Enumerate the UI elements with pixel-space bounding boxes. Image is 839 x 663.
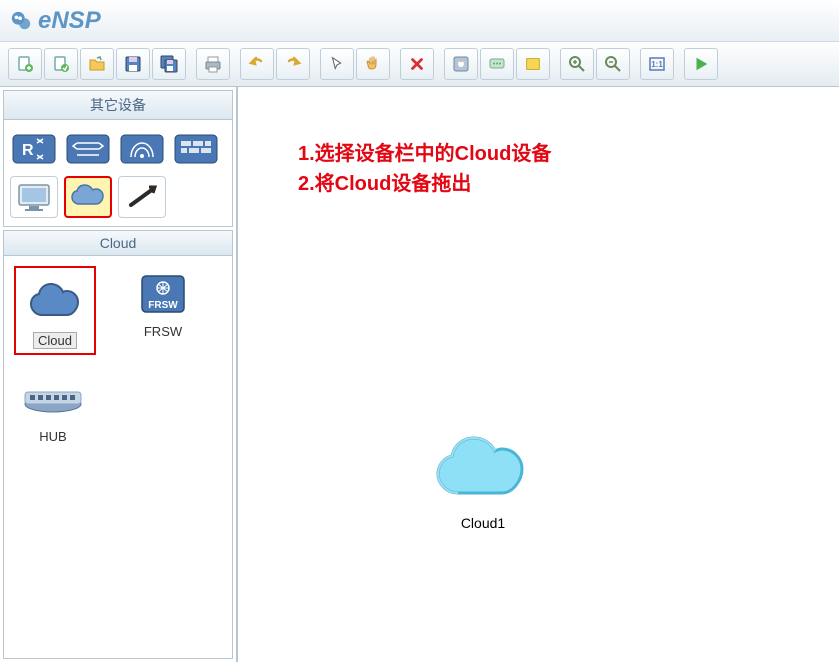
fit-button[interactable]: 1:1 (640, 48, 674, 80)
open-file-button[interactable] (44, 48, 78, 80)
hub-icon (22, 371, 84, 425)
app-title: eNSP (38, 7, 101, 35)
undo-button[interactable] (240, 48, 274, 80)
category-wireless-icon[interactable] (118, 128, 166, 170)
canvas[interactable]: 1.选择设备栏中的Cloud设备 2.将Cloud设备拖出 Cloud1 (238, 87, 839, 662)
annotation-line2: 2.将Cloud设备拖出 (298, 169, 551, 199)
svg-text:FRSW: FRSW (148, 300, 178, 311)
save-button[interactable] (116, 48, 150, 80)
annotation-line1: 1.选择设备栏中的Cloud设备 (298, 139, 551, 169)
zoom-out-button[interactable] (596, 48, 630, 80)
delete-button[interactable] (400, 48, 434, 80)
category-pc-icon[interactable] (10, 176, 58, 218)
device-cloud[interactable]: Cloud (14, 266, 96, 355)
zoom-in-button[interactable] (560, 48, 594, 80)
device-hub-label: HUB (39, 429, 66, 444)
sidebar: 其它设备 R (0, 87, 238, 662)
devices-title: Cloud (4, 231, 232, 256)
cloud-device-icon (428, 427, 538, 511)
start-button[interactable] (684, 48, 718, 80)
main-area: 其它设备 R (0, 87, 839, 662)
toolbar: 1:1 (0, 42, 839, 87)
config-button[interactable] (444, 48, 478, 80)
device-frsw-label: FRSW (144, 324, 182, 339)
device-frsw[interactable]: FRSW FRSW (124, 266, 202, 355)
title-bar: eNSP (0, 0, 839, 42)
svg-text:R: R (22, 142, 34, 159)
category-router-icon[interactable]: R (10, 128, 58, 170)
rectangle-button[interactable] (516, 48, 550, 80)
pan-button[interactable] (356, 48, 390, 80)
save-all-button[interactable] (152, 48, 186, 80)
comment-button[interactable] (480, 48, 514, 80)
category-switch-icon[interactable] (64, 128, 112, 170)
redo-button[interactable] (276, 48, 310, 80)
print-button[interactable] (196, 48, 230, 80)
devices-panel: Cloud Cloud FRSW FRSW (3, 230, 233, 659)
cloud-icon (24, 274, 86, 328)
select-button[interactable] (320, 48, 354, 80)
category-cloud-icon[interactable] (64, 176, 112, 218)
annotation-text: 1.选择设备栏中的Cloud设备 2.将Cloud设备拖出 (298, 139, 551, 199)
categories-title: 其它设备 (4, 91, 232, 120)
device-categories-panel: 其它设备 R (3, 90, 233, 227)
frsw-icon: FRSW (132, 266, 194, 320)
folder-open-button[interactable] (80, 48, 114, 80)
app-logo-icon (10, 10, 32, 32)
svg-text:1:1: 1:1 (651, 60, 663, 69)
device-cloud-label: Cloud (33, 332, 77, 349)
category-connection-icon[interactable] (118, 176, 166, 218)
category-firewall-icon[interactable] (172, 128, 220, 170)
new-file-button[interactable] (8, 48, 42, 80)
canvas-device-cloud1[interactable]: Cloud1 (428, 427, 538, 531)
canvas-device-label: Cloud1 (461, 515, 505, 531)
device-hub[interactable]: HUB (14, 371, 92, 444)
